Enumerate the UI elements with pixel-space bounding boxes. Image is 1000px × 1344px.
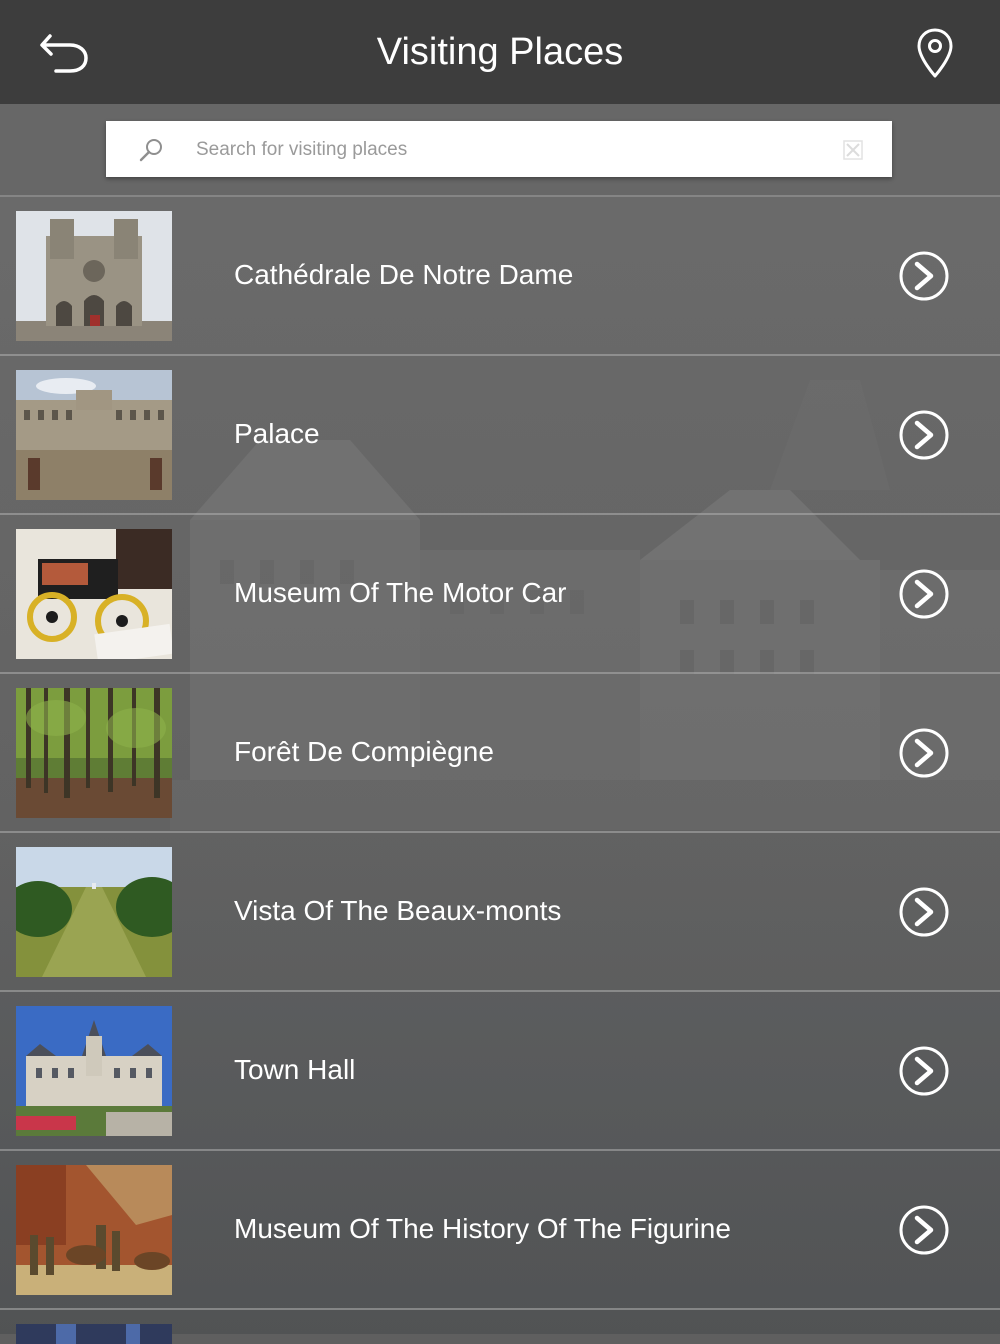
place-thumbnail [16,1165,172,1295]
figurine-image [16,1165,172,1295]
search-input[interactable] [194,131,828,169]
place-thumbnail [16,529,172,659]
chevron-right-icon[interactable] [898,727,950,779]
place-thumbnail [16,1324,172,1344]
list-item-partial[interactable] [0,1310,1000,1344]
chevron-right-icon[interactable] [898,886,950,938]
place-name: Museum Of The History Of The Figurine [234,1213,731,1244]
places-list: Cathédrale De Notre Dame Palace Museum O… [0,197,1000,1344]
place-name: Town Hall [234,1054,356,1085]
place-name: Museum Of The Motor Car [234,577,567,608]
motor-car-image [16,529,172,659]
chevron-right-icon[interactable] [898,1045,950,1097]
chevron-right-icon[interactable] [898,250,950,302]
list-item[interactable]: Vista Of The Beaux-monts [0,833,1000,992]
partial-thumbnail-image [16,1324,172,1344]
list-item[interactable]: Palace [0,356,1000,515]
search-box[interactable] [106,121,892,177]
vista-image [16,847,172,977]
list-item[interactable]: Museum Of The Motor Car [0,515,1000,674]
list-item[interactable]: Town Hall [0,992,1000,1151]
list-item[interactable]: Cathédrale De Notre Dame [0,197,1000,356]
chevron-right-icon[interactable] [898,568,950,620]
page-title: Visiting Places [376,31,624,73]
location-pin-icon [917,28,953,78]
chevron-right-icon[interactable] [898,409,950,461]
place-name: Forêt De Compiègne [234,736,494,767]
place-thumbnail [16,211,172,341]
palace-image [16,370,172,500]
place-thumbnail [16,1006,172,1136]
chevron-right-icon[interactable] [898,1204,950,1256]
cathedral-image [16,211,172,341]
back-arrow-icon [40,34,88,73]
place-name: Cathédrale De Notre Dame [234,259,574,290]
list-item[interactable]: Museum Of The History Of The Figurine [0,1151,1000,1310]
map-button[interactable] [910,26,960,80]
forest-image [16,688,172,818]
back-button[interactable] [36,28,96,78]
place-thumbnail [16,370,172,500]
place-thumbnail [16,847,172,977]
list-item[interactable]: Forêt De Compiègne [0,674,1000,833]
search-icon [139,139,162,162]
place-thumbnail [16,688,172,818]
place-name: Vista Of The Beaux-monts [234,895,562,926]
clear-search-icon[interactable] [842,139,864,161]
search-bar-area [0,104,1000,197]
place-name: Palace [234,418,320,449]
town-hall-image [16,1006,172,1136]
app-header: Visiting Places [0,0,1000,104]
